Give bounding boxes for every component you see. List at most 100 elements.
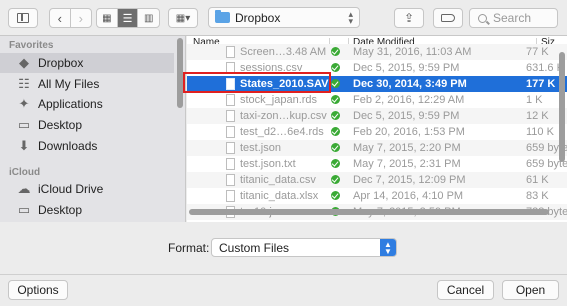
chevron-left-icon: ‹ xyxy=(57,10,62,26)
chevron-updown-icon: ▲ ▼ xyxy=(380,239,396,256)
file-name: taxi-zon…kup.csv xyxy=(240,110,327,122)
file-icon xyxy=(226,142,235,154)
file-date: May 7, 2015, 2:20 PM xyxy=(353,142,461,154)
column-view-button[interactable]: ▥ xyxy=(138,9,159,27)
file-row[interactable]: taxi-zon…kup.csv Dec 5, 2015, 9:59 PM 12 K xyxy=(187,108,567,124)
desktop-icon: ▭ xyxy=(17,117,31,132)
file-name: titanic_data.csv xyxy=(240,174,316,186)
columns-icon: ▥ xyxy=(143,12,154,24)
file-date: Dec 5, 2015, 9:59 PM xyxy=(353,62,460,74)
file-name: test_d2…6e4.rds xyxy=(240,126,324,138)
forward-button[interactable]: › xyxy=(71,9,91,27)
sidebar-toggle-button[interactable] xyxy=(8,8,38,28)
file-row[interactable]: test_d2…6e4.rds Feb 20, 2016, 1:53 PM 110 … xyxy=(187,124,567,140)
view-mode-selector: ▦ ☰ ▥ xyxy=(96,8,160,28)
sync-check-icon xyxy=(331,47,340,56)
sync-check-icon xyxy=(331,95,340,104)
file-size: 110 K xyxy=(526,126,554,138)
file-list: Name Date Modified Siz Screen…3.48 AM May… xyxy=(187,36,567,222)
file-row[interactable]: titanic_data.csv Dec 7, 2015, 12:09 PM 61 … xyxy=(187,172,567,188)
file-row[interactable]: test.json.txt May 7, 2015, 2:31 PM 659 byt… xyxy=(187,156,567,172)
sync-check-icon xyxy=(331,111,340,120)
sidebar-item-label: Applications xyxy=(38,97,103,111)
downloads-icon: ⬇ xyxy=(18,138,30,153)
file-icon xyxy=(226,126,235,138)
file-size: 12 K xyxy=(526,110,549,122)
sidebar-item-label: Dropbox xyxy=(38,56,84,70)
grid-icon: ▦ xyxy=(102,12,112,24)
file-row[interactable]: titanic_data.xlsx Apr 14, 2016, 4:10 PM 83… xyxy=(187,188,567,204)
file-icon xyxy=(226,94,235,106)
location-popup[interactable]: Dropbox ▴ ▾ xyxy=(208,7,360,28)
sync-check-icon xyxy=(331,143,340,152)
open-button[interactable]: Open xyxy=(502,280,559,300)
sidebar-scrollbar[interactable] xyxy=(176,36,184,222)
sidebar-item-all-my-files[interactable]: ☷ All My Files xyxy=(0,74,174,94)
sidebar-item-downloads[interactable]: ⬇ Downloads xyxy=(0,136,174,156)
sync-check-icon xyxy=(331,191,340,200)
sidebar-item-dropbox[interactable]: ◆ Dropbox xyxy=(0,53,174,73)
file-icon xyxy=(226,190,235,202)
file-size: 83 K xyxy=(526,190,549,202)
options-button[interactable]: Options xyxy=(8,280,68,300)
sidebar-item-icloud-drive[interactable]: ☁ iCloud Drive xyxy=(0,179,174,199)
chevron-updown-icon: ▴ ▾ xyxy=(348,9,353,26)
file-size: 77 K xyxy=(526,46,549,58)
scrollbar-thumb[interactable] xyxy=(559,52,565,162)
toolbar: ‹ › ▦ ☰ ▥ ▦▾ Dropbox ▴ ▾ ⇪ Search xyxy=(0,0,567,36)
sidebar-item-label: iCloud Drive xyxy=(38,182,104,196)
file-date: Apr 14, 2016, 4:10 PM xyxy=(353,190,464,202)
file-icon xyxy=(226,174,235,186)
search-placeholder: Search xyxy=(493,11,532,25)
sidebar-item-applications[interactable]: ✦ Applications xyxy=(0,94,174,114)
sidebar: Favorites ◆ Dropbox ☷ All My Files ✦ App… xyxy=(0,36,186,222)
file-date: Feb 20, 2016, 1:53 PM xyxy=(353,126,465,138)
history-nav: ‹ › xyxy=(49,8,92,28)
sync-check-icon xyxy=(331,79,340,88)
share-button[interactable]: ⇪ xyxy=(394,8,424,28)
file-date: Dec 5, 2015, 9:59 PM xyxy=(353,110,460,122)
format-value: Custom Files xyxy=(219,240,290,255)
sidebar-item-icloud-desktop[interactable]: ▭ Desktop xyxy=(0,200,174,220)
file-name: stock_japan.rds xyxy=(240,94,318,106)
sidebar-item-label: Desktop xyxy=(38,118,83,132)
file-date: Dec 30, 2014, 3:49 PM xyxy=(353,78,467,90)
all-files-icon: ☷ xyxy=(18,76,30,91)
format-label: Format: xyxy=(168,241,210,255)
file-size: 177 K xyxy=(526,78,556,90)
format-select[interactable]: Custom Files ▲ ▼ xyxy=(211,238,397,257)
file-name: titanic_data.xlsx xyxy=(240,190,319,202)
scrollbar-thumb[interactable] xyxy=(189,209,549,215)
list-vertical-scrollbar[interactable] xyxy=(558,50,566,210)
list-view-button[interactable]: ☰ xyxy=(117,9,139,27)
cancel-button[interactable]: Cancel xyxy=(437,280,494,300)
sidebar-item-label: All My Files xyxy=(38,77,100,91)
chevron-right-icon: › xyxy=(78,10,83,26)
sidebar-item-desktop[interactable]: ▭ Desktop xyxy=(0,115,174,135)
selection-highlight-box xyxy=(183,72,331,93)
sync-check-icon xyxy=(331,159,340,168)
file-row[interactable]: stock_japan.rds Feb 2, 2016, 12:29 AM 1 K xyxy=(187,92,567,108)
sync-check-icon xyxy=(331,175,340,184)
search-field[interactable]: Search xyxy=(469,8,558,28)
back-button[interactable]: ‹ xyxy=(50,9,71,27)
sync-check-icon xyxy=(331,63,340,72)
file-date: Feb 2, 2016, 12:29 AM xyxy=(353,94,465,106)
divider xyxy=(0,274,567,275)
list-icon: ☰ xyxy=(122,12,133,25)
folder-icon xyxy=(215,10,230,23)
tag-button[interactable] xyxy=(433,8,463,28)
file-row[interactable]: Screen…3.48 AM May 31, 2016, 11:03 AM 77 K xyxy=(187,44,567,60)
list-horizontal-scrollbar[interactable] xyxy=(187,208,557,216)
search-icon xyxy=(478,13,487,23)
icloud-heading: iCloud xyxy=(9,167,41,178)
favorites-heading: Favorites xyxy=(9,40,54,51)
applications-icon: ✦ xyxy=(18,96,30,111)
tag-icon xyxy=(441,14,455,22)
file-row[interactable]: test.json May 7, 2015, 2:20 PM 659 byte xyxy=(187,140,567,156)
icon-view-button[interactable]: ▦ xyxy=(97,9,118,27)
file-date: Dec 7, 2015, 12:09 PM xyxy=(353,174,466,186)
sidebar-item-label: Downloads xyxy=(38,139,98,153)
arrange-button[interactable]: ▦▾ xyxy=(168,8,198,28)
sidebar-item-label: Desktop xyxy=(38,203,83,217)
